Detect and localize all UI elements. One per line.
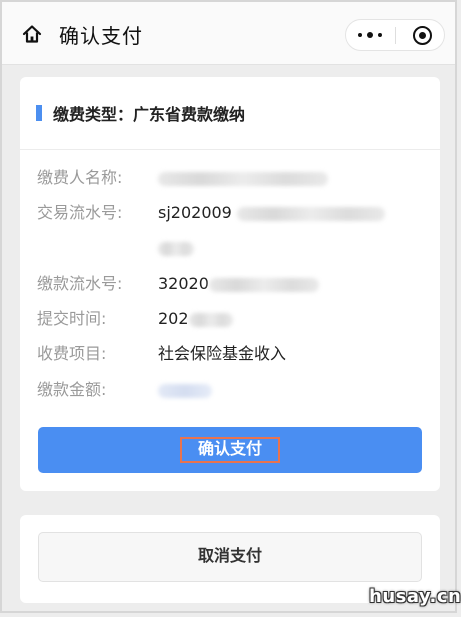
field-value <box>158 167 328 189</box>
watermark: husay.cn <box>369 586 461 607</box>
redacted-text <box>208 277 319 292</box>
field-value: 社会保险基金收入 <box>158 344 287 363</box>
field-value: 32020 <box>158 273 319 295</box>
card-header: 缴费类型：广东省费款缴纳 <box>20 77 440 150</box>
field-label: 缴费人名称: <box>37 168 123 187</box>
redacted-text <box>158 171 328 186</box>
redacted-amount <box>158 383 212 398</box>
redacted-text <box>158 241 194 256</box>
more-icon[interactable] <box>358 30 384 40</box>
field-value <box>158 379 212 401</box>
payment-type-heading: 缴费类型：广东省费款缴纳 <box>53 105 246 124</box>
field-label: 交易流水号: <box>37 203 123 222</box>
field-label: 缴款金额: <box>37 380 107 399</box>
nav-bar: 确认支付 <box>2 2 455 65</box>
field-value: 202 <box>158 308 233 330</box>
cancel-pay-label: 取消支付 <box>197 548 262 565</box>
confirm-pay-label: 确认支付 <box>197 441 262 458</box>
redacted-text <box>188 312 233 327</box>
close-circle-icon[interactable] <box>413 26 432 45</box>
field-label: 提交时间: <box>37 309 107 328</box>
field-value: sj202009 <box>158 202 385 224</box>
field-label: 收费项目: <box>37 344 107 363</box>
field-label: 缴款流水号: <box>37 274 123 293</box>
capsule-divider <box>395 27 396 44</box>
home-icon[interactable] <box>22 24 42 44</box>
accent-bar <box>36 105 42 121</box>
confirm-pay-button[interactable]: 确认支付 <box>38 427 422 473</box>
cancel-pay-button[interactable]: 取消支付 <box>38 532 422 582</box>
redacted-text <box>236 206 385 221</box>
page-title: 确认支付 <box>59 24 143 48</box>
capsule-menu <box>345 19 445 51</box>
payment-card: 缴费类型：广东省费款缴纳 缴费人名称: 交易流水号: sj202009 缴款流水… <box>20 77 440 491</box>
